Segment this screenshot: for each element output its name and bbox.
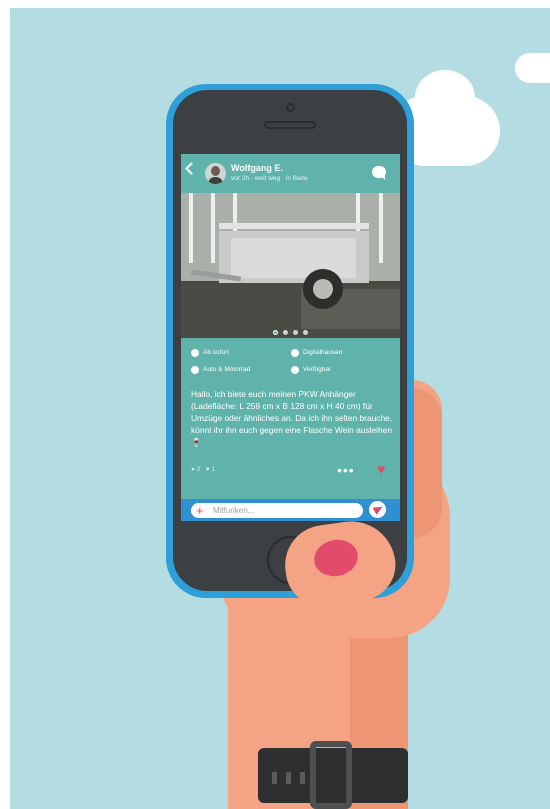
- trailer-rim: [313, 279, 333, 299]
- meta-location[interactable]: Digitalhausen: [303, 349, 342, 356]
- fence-post: [379, 193, 383, 263]
- speech-bubble-icon[interactable]: [372, 166, 386, 180]
- post-subtitle: vor 2h · weit weg · in Biete: [231, 175, 308, 182]
- trailer-rail: [219, 223, 369, 229]
- avatar[interactable]: [205, 163, 226, 184]
- cloud: [515, 53, 550, 83]
- front-camera: [286, 103, 295, 112]
- watch-slot: [286, 772, 291, 784]
- comment-input[interactable]: + Mitfunken...: [191, 503, 363, 518]
- post-description: Hallo, ich biete euch meinen PKW Anhänge…: [191, 389, 393, 447]
- watch-buckle: [310, 741, 352, 809]
- finger-shade: [412, 388, 442, 538]
- comment-placeholder: Mitfunken...: [213, 506, 255, 515]
- more-options-button[interactable]: •••: [337, 462, 355, 478]
- comment-count-icon: ●: [191, 466, 195, 473]
- carousel-dot-active[interactable]: [273, 330, 278, 335]
- post-image[interactable]: [181, 193, 400, 338]
- comment-count: 2: [196, 466, 201, 473]
- cloud-icon: [191, 366, 199, 374]
- back-chevron-icon[interactable]: [185, 162, 198, 175]
- carousel-dot[interactable]: [303, 330, 308, 335]
- watch-slot: [300, 772, 305, 784]
- post-details: Ab sofort Digitalhausen Auto & Motorrad …: [181, 338, 400, 499]
- meta-status: Verfügbar: [303, 366, 332, 373]
- watch-slot: [272, 772, 277, 784]
- meta-category[interactable]: Auto & Motorrad: [203, 366, 250, 373]
- author-name[interactable]: Wolfgang E.: [231, 163, 283, 173]
- comment-composer: + Mitfunken...: [181, 499, 400, 521]
- calendar-icon: [191, 349, 199, 357]
- fence-post: [189, 193, 193, 263]
- carousel-dot[interactable]: [283, 330, 288, 335]
- like-count-icon: ♥: [205, 466, 210, 473]
- post-header: Wolfgang E. vor 2h · weit weg · in Biete: [181, 154, 400, 193]
- meta-availability-date: Ab sofort: [203, 349, 230, 356]
- earpiece-speaker: [264, 121, 316, 129]
- illustration-background: Wolfgang E. vor 2h · weit weg · in Biete: [10, 8, 550, 809]
- plus-icon[interactable]: +: [196, 503, 204, 518]
- send-icon: [372, 503, 385, 515]
- send-button[interactable]: [369, 501, 386, 518]
- plus-circle-icon: [291, 366, 299, 374]
- post-stats: ● 2 ♥ 1: [191, 466, 215, 473]
- trailer-panel: [231, 238, 356, 278]
- fence-post: [211, 193, 215, 263]
- heart-icon[interactable]: ♥: [377, 462, 385, 476]
- cloud: [415, 70, 475, 125]
- carousel-dot[interactable]: [293, 330, 298, 335]
- location-pin-icon: [291, 349, 299, 357]
- like-count: 1: [211, 466, 216, 473]
- phone-screen: Wolfgang E. vor 2h · weit weg · in Biete: [181, 154, 400, 521]
